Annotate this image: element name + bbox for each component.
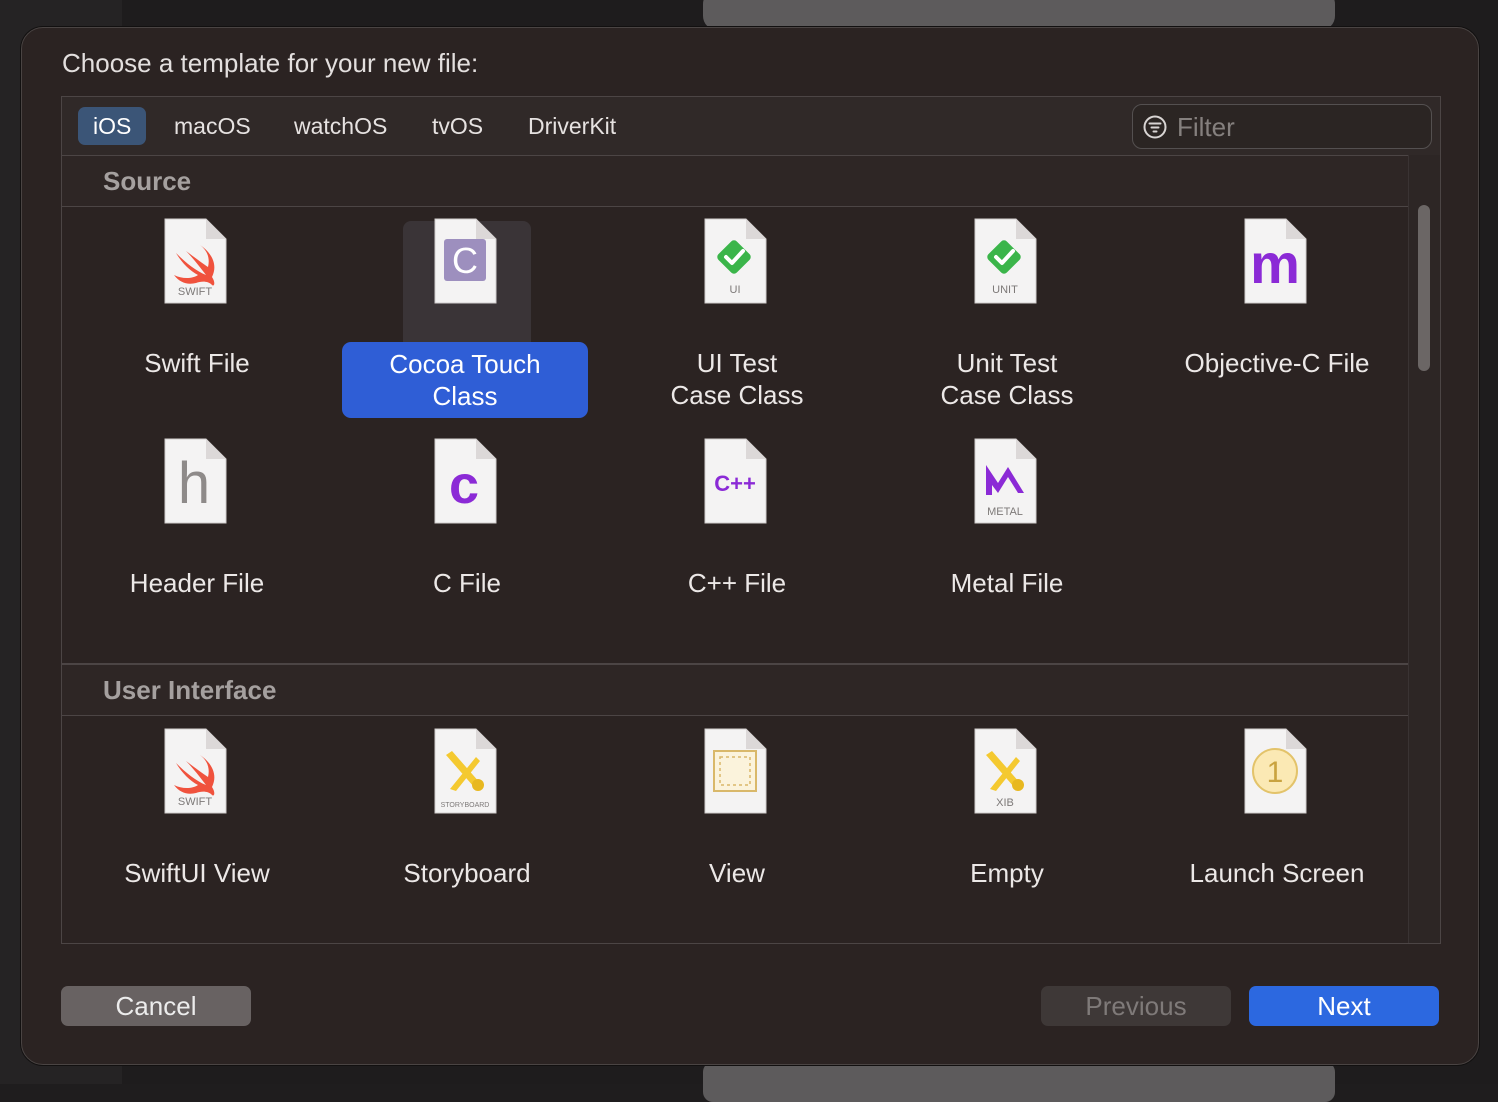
filter-input[interactable] [1175, 109, 1419, 145]
svg-text:h: h [178, 451, 210, 516]
svg-text:UI: UI [730, 284, 741, 296]
template-label: SwiftUI View [124, 858, 270, 888]
template-objective-c-file[interactable]: m Objective-C File [1142, 215, 1412, 425]
template-header-file[interactable]: h Header File [62, 435, 332, 645]
launch-screen-icon: 1 [1244, 728, 1307, 814]
dialog-title: Choose a template for your new file: [62, 48, 479, 78]
svg-text:m: m [1250, 232, 1300, 295]
template-label: Cocoa Touch Class [342, 342, 588, 418]
section-header-source: Source [62, 156, 1408, 207]
template-empty-xib[interactable]: XIB Empty [872, 725, 1142, 935]
svg-text:C: C [452, 240, 478, 281]
template-label: C File [433, 568, 501, 598]
scrollbar-thumb[interactable] [1418, 205, 1430, 371]
filter-icon [1143, 115, 1167, 139]
template-swift-file[interactable]: SWIFT Swift File [62, 215, 332, 425]
background-top-tab [703, 0, 1335, 30]
swift-file-icon: SWIFT [164, 218, 227, 304]
template-label: UI Test Case Class [670, 348, 804, 410]
template-unit-test-case-class[interactable]: UNIT Unit Test Case Class [872, 215, 1142, 425]
view-icon [704, 728, 767, 814]
template-label: Objective-C File [1184, 348, 1370, 378]
template-cocoa-touch-class[interactable]: C Cocoa Touch Class [332, 215, 602, 425]
storyboard-icon: STORYBOARD [434, 728, 497, 814]
template-c-file[interactable]: c C File [332, 435, 602, 645]
template-label: Metal File [950, 568, 1064, 598]
xib-empty-icon: XIB [974, 728, 1037, 814]
template-swiftui-view[interactable]: SWIFT SwiftUI View [62, 725, 332, 935]
previous-button[interactable]: Previous [1041, 986, 1231, 1026]
template-storyboard[interactable]: STORYBOARD Storyboard [332, 725, 602, 935]
platform-tab-bar: iOS macOS watchOS tvOS DriverKit [62, 97, 1440, 156]
new-file-template-dialog: Choose a template for your new file: iOS… [21, 27, 1479, 1065]
section-header-user-interface: User Interface [62, 665, 1408, 716]
template-label: Unit Test Case Class [940, 348, 1074, 410]
template-ui-test-case-class[interactable]: UI UI Test Case Class [602, 215, 872, 425]
section-title-user-interface: User Interface [103, 675, 277, 705]
template-view[interactable]: View [602, 725, 872, 935]
tab-watchos[interactable]: watchOS [279, 107, 402, 145]
svg-text:C++: C++ [714, 471, 756, 496]
svg-text:METAL: METAL [987, 506, 1023, 518]
header-file-icon: h [164, 438, 227, 524]
cocoa-touch-class-icon: C [434, 218, 497, 304]
c-file-icon: c [434, 438, 497, 524]
svg-text:SWIFT: SWIFT [178, 286, 212, 298]
template-metal-file[interactable]: METAL Metal File [872, 435, 1142, 645]
tab-tvos[interactable]: tvOS [417, 107, 498, 145]
next-button[interactable]: Next [1249, 986, 1439, 1026]
svg-text:SWIFT: SWIFT [178, 796, 212, 808]
tab-ios[interactable]: iOS [78, 107, 147, 145]
template-label: Swift File [144, 348, 250, 378]
template-launch-screen[interactable]: 1 Launch Screen [1142, 725, 1412, 935]
template-label: Empty [970, 858, 1044, 888]
template-label: Launch Screen [1189, 858, 1365, 888]
unit-test-icon: UNIT [974, 218, 1037, 304]
svg-text:1: 1 [1267, 756, 1284, 789]
ui-test-icon: UI [704, 218, 767, 304]
template-panel: iOS macOS watchOS tvOS DriverKit Source [61, 96, 1441, 944]
tab-macos[interactable]: macOS [159, 107, 266, 145]
cpp-file-icon: C++ [704, 438, 767, 524]
template-label: Header File [129, 568, 265, 598]
svg-text:UNIT: UNIT [992, 284, 1018, 296]
metal-file-icon: METAL [974, 438, 1037, 524]
template-label: Storyboard [403, 858, 531, 888]
tab-driverkit[interactable]: DriverKit [513, 107, 631, 145]
cancel-button[interactable]: Cancel [61, 986, 251, 1026]
template-label: C++ File [687, 568, 787, 598]
svg-text:c: c [449, 455, 479, 515]
template-cpp-file[interactable]: C++ C++ File [602, 435, 872, 645]
objective-c-file-icon: m [1244, 218, 1307, 304]
template-label: View [709, 858, 765, 888]
section-title-source: Source [103, 166, 192, 196]
svg-text:XIB: XIB [996, 797, 1014, 809]
filter-field[interactable] [1132, 104, 1432, 149]
svg-text:STORYBOARD: STORYBOARD [441, 802, 490, 809]
swiftui-view-icon: SWIFT [164, 728, 227, 814]
background-bottom-tab [703, 1062, 1335, 1102]
